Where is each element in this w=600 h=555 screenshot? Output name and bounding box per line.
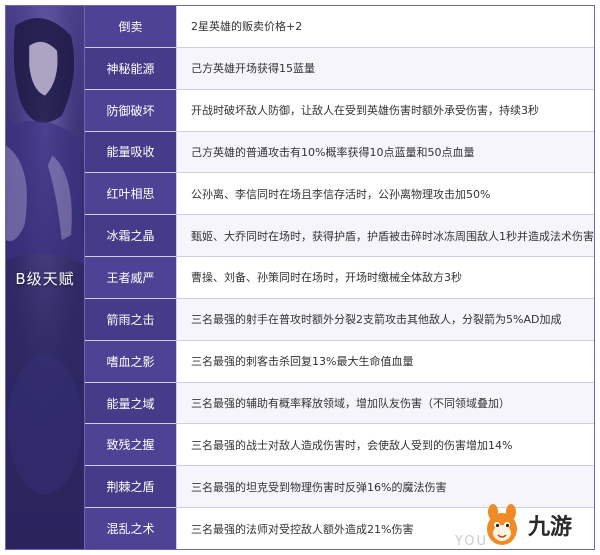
talent-row: 红叶相思 公孙离、李信同时在场且李信存活时，公孙离物理攻击加50%	[85, 173, 594, 216]
talent-name: 致残之握	[85, 424, 177, 466]
talent-name: 箭雨之击	[85, 298, 177, 340]
talent-name: 王者威严	[85, 257, 177, 298]
site-logo: 九游	[482, 501, 592, 549]
talent-description: 三名最强的射手在普攻时额外分裂2支箭攻击其他敌人，分裂箭为5%AD加成	[177, 298, 594, 340]
talent-name: 能量之域	[85, 382, 177, 424]
talent-description: 三名最强的战士对敌人造成伤害时，会使敌人受到的伤害增加14%	[177, 424, 594, 466]
talent-description: 己方英雄的普通攻击有10%概率获得10点蓝量和50点血量	[177, 131, 594, 173]
talent-name: 神秘能源	[85, 47, 177, 89]
talent-row: 倒卖 2星英雄的贩卖价格+2	[85, 6, 594, 48]
talent-description: 三名最强的刺客击杀回复13%最大生命值血量	[177, 340, 594, 382]
talent-table: B级天赋 倒卖 2星英雄的贩卖价格+2 神秘能源 己方英雄开场获得15蓝量 防御…	[5, 5, 595, 550]
talent-name: 混乱之术	[85, 508, 177, 549]
talent-description: 曹操、刘备、孙策同时在场时，开场时缴械全体敌方3秒	[177, 257, 594, 298]
talent-row: 嗜血之影 三名最强的刺客击杀回复13%最大生命值血量	[85, 340, 594, 383]
logo-text: 九游	[528, 515, 573, 540]
talent-name: 能量吸收	[85, 131, 177, 173]
talent-name: 冰霜之晶	[85, 215, 177, 257]
talent-row: 致残之握 三名最强的战士对敌人造成伤害时，会使敌人受到的伤害增加14%	[85, 424, 594, 467]
talent-description: 甄姬、大乔同时在场时，获得护盾，护盾被击碎时冰冻周围敌人1秒并造成法术伤害	[177, 215, 594, 257]
section-label: B级天赋	[15, 270, 75, 288]
talent-description: 三名最强的辅助有概率释放领域，增加队友伤害（不同领域叠加）	[177, 382, 594, 424]
talent-row: 冰霜之晶 甄姬、大乔同时在场时，获得护盾，护盾被击碎时冰冻周围敌人1秒并造成法术…	[85, 215, 594, 258]
talent-row: 王者威严 曹操、刘备、孙策同时在场时，开场时缴械全体敌方3秒	[85, 257, 594, 299]
mascot-icon	[487, 504, 517, 545]
section-column: B级天赋	[6, 6, 85, 549]
talent-name: 红叶相思	[85, 173, 177, 215]
talent-name: 防御破坏	[85, 89, 177, 131]
talent-name: 倒卖	[85, 6, 177, 47]
talent-row: 防御破坏 开战时破坏敌人防御，让敌人在受到英雄伤害时额外承受伤害，持续3秒	[85, 89, 594, 132]
talent-description: 己方英雄开场获得15蓝量	[177, 47, 594, 89]
talent-description: 2星英雄的贩卖价格+2	[177, 6, 594, 47]
talent-row: 能量吸收 己方英雄的普通攻击有10%概率获得10点蓝量和50点血量	[85, 131, 594, 174]
talent-row: 能量之域 三名最强的辅助有概率释放领域，增加队友伤害（不同领域叠加）	[85, 382, 594, 425]
talent-name: 荆棘之盾	[85, 466, 177, 508]
talent-row: 箭雨之击 三名最强的射手在普攻时额外分裂2支箭攻击其他敌人，分裂箭为5%AD加成	[85, 298, 594, 341]
talent-name: 嗜血之影	[85, 340, 177, 382]
talent-description: 公孙离、李信同时在场且李信存活时，公孙离物理攻击加50%	[177, 173, 594, 215]
talent-list: 倒卖 2星英雄的贩卖价格+2 神秘能源 己方英雄开场获得15蓝量 防御破坏 开战…	[85, 6, 594, 549]
talent-row: 神秘能源 己方英雄开场获得15蓝量	[85, 47, 594, 90]
talent-description: 开战时破坏敌人防御，让敌人在受到英雄伤害时额外承受伤害，持续3秒	[177, 89, 594, 131]
